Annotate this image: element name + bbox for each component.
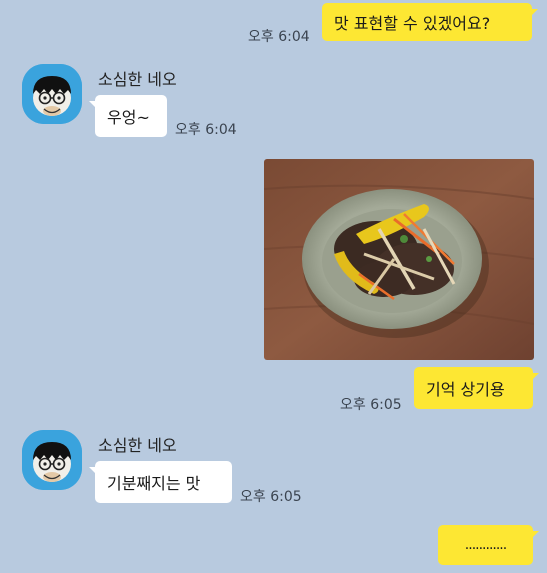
- message-text: 기억 상기용: [426, 380, 505, 399]
- my-message-bubble[interactable]: 맛 표현할 수 있겠어요?: [322, 3, 538, 41]
- neo-character-icon: [22, 64, 82, 124]
- neo-avatar[interactable]: [22, 430, 82, 490]
- message-time: 오후 6:04: [248, 29, 310, 45]
- food-photo-image: [264, 159, 534, 360]
- message-time: 오후 6:04: [175, 122, 237, 138]
- bubble-tail: [530, 531, 539, 540]
- sender-name: 소심한 네오: [98, 436, 177, 455]
- sender-name: 소심한 네오: [98, 70, 177, 89]
- food-photo[interactable]: [264, 159, 534, 360]
- message-text: ............: [464, 537, 507, 553]
- bubble-tail: [529, 9, 538, 18]
- neo-avatar[interactable]: [22, 64, 82, 124]
- bubble-tail: [89, 101, 98, 110]
- message-text: 맛 표현할 수 있겠어요?: [334, 14, 491, 33]
- message-text: 우엉~: [107, 108, 150, 127]
- bubble-tail: [89, 467, 98, 476]
- their-message-bubble[interactable]: 기분째지는 맛: [89, 461, 232, 503]
- bubble-tail: [530, 373, 539, 382]
- neo-character-icon: [22, 430, 82, 490]
- message-text: 기분째지는 맛: [107, 474, 201, 493]
- my-message-bubble[interactable]: 기억 상기용: [414, 367, 539, 409]
- my-message-bubble[interactable]: ............: [438, 525, 539, 565]
- message-time: 오후 6:05: [340, 397, 402, 413]
- message-time: 오후 6:05: [240, 489, 302, 505]
- their-message-bubble[interactable]: 우엉~: [89, 95, 167, 137]
